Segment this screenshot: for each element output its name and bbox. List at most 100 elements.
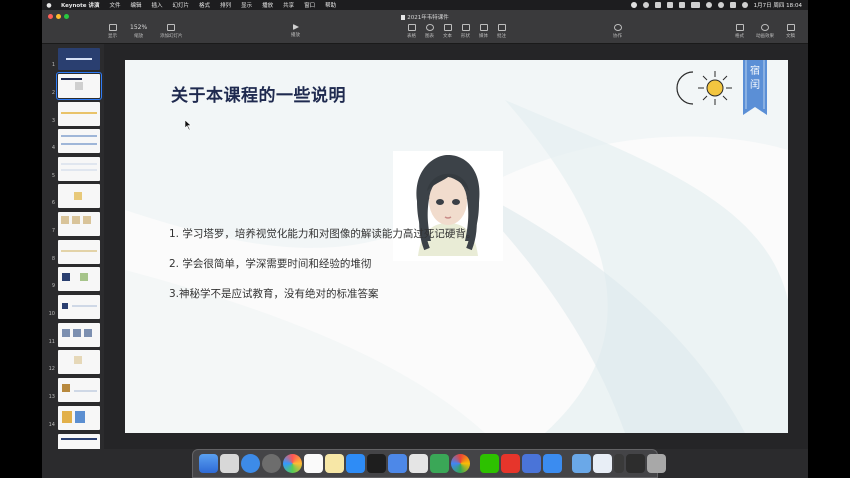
- slide-thumbnail[interactable]: [58, 350, 100, 374]
- add-slide-button[interactable]: 添加幻灯片: [160, 24, 183, 39]
- menu-app-name[interactable]: Keynote 讲演: [56, 1, 104, 9]
- app-icon[interactable]: [614, 454, 624, 473]
- siri-icon[interactable]: [741, 2, 748, 8]
- slide-number: 13: [48, 394, 55, 400]
- control-center-icon[interactable]: [729, 2, 736, 8]
- bluetooth-icon[interactable]: [678, 2, 685, 8]
- folder-icon[interactable]: [572, 454, 591, 473]
- slide-number: 14: [48, 422, 55, 428]
- shape-button[interactable]: 形状: [461, 24, 470, 39]
- collaborate-label: 协作: [613, 34, 622, 39]
- slide-thumbnail[interactable]: [58, 240, 100, 264]
- menu-play[interactable]: 播放: [257, 1, 278, 9]
- play-button[interactable]: 播放: [291, 24, 300, 38]
- safari-icon[interactable]: [241, 454, 260, 473]
- menu-format[interactable]: 格式: [194, 1, 215, 9]
- thumbnail-image: [72, 216, 80, 224]
- menu-share[interactable]: 共享: [278, 1, 299, 9]
- slide-thumbnail[interactable]: [58, 184, 100, 208]
- wechat-icon[interactable]: [480, 454, 499, 473]
- slide-thumbnail[interactable]: [58, 48, 100, 70]
- zoom-button[interactable]: 152% 缩放: [130, 24, 147, 39]
- slide-number: 3: [51, 118, 55, 124]
- format-button[interactable]: 格式: [735, 24, 744, 39]
- view-button[interactable]: 显示: [108, 24, 117, 39]
- slide-thumbnail[interactable]: [58, 406, 100, 430]
- media-button[interactable]: 媒体: [479, 24, 488, 39]
- finder-icon[interactable]: [199, 454, 218, 473]
- app-icon[interactable]: [543, 454, 562, 473]
- keynote-icon[interactable]: [388, 454, 407, 473]
- wifi-icon[interactable]: [705, 2, 712, 8]
- wps-icon[interactable]: [501, 454, 520, 473]
- wechat-status-icon[interactable]: [642, 2, 649, 8]
- menu-file[interactable]: 文件: [104, 1, 125, 9]
- animate-icon: [761, 24, 769, 31]
- slide-thumbnail[interactable]: [58, 267, 100, 291]
- slide-thumbnail[interactable]: [58, 129, 100, 153]
- bullet-point-1[interactable]: 1. 学习塔罗，培养视觉化能力和对图像的解读能力高过死记硬背。: [169, 226, 476, 241]
- bullet-point-2[interactable]: 2. 学会很简单，学深需要时间和经验的堆彻: [169, 256, 371, 271]
- play-label: 播放: [291, 33, 300, 38]
- photos-icon[interactable]: [283, 454, 302, 473]
- app-icon[interactable]: [409, 454, 428, 473]
- slide-thumbnail[interactable]: [58, 295, 100, 319]
- status-icon[interactable]: [654, 2, 661, 8]
- search-icon[interactable]: [717, 2, 724, 8]
- text-label: 文本: [443, 34, 452, 39]
- thumbnail-text: [61, 163, 97, 165]
- thumbnail-image: [75, 411, 85, 423]
- slide-thumbnail[interactable]: [58, 323, 100, 347]
- thumbnail-text: [61, 135, 97, 137]
- chart-button[interactable]: 图表: [425, 24, 434, 39]
- slide-thumbnail[interactable]: [58, 102, 100, 126]
- menu-view[interactable]: 显示: [236, 1, 257, 9]
- collaborate-button[interactable]: 协作: [613, 24, 622, 39]
- menu-help[interactable]: 帮助: [320, 1, 341, 9]
- app-icon[interactable]: [430, 454, 449, 473]
- play-icon: [292, 24, 299, 30]
- bullet-point-3[interactable]: 3.神秘学不是应试教育，没有绝对的标准答案: [169, 286, 379, 301]
- menu-slide[interactable]: 幻灯片: [168, 1, 195, 9]
- calendar-icon[interactable]: [304, 454, 323, 473]
- slide-title[interactable]: 关于本课程的一些说明: [171, 81, 346, 106]
- thumbnail-image: [80, 273, 88, 281]
- app-icon[interactable]: [367, 454, 386, 473]
- document-button[interactable]: 文稿: [786, 24, 795, 39]
- slide-thumbnail[interactable]: [58, 434, 100, 449]
- battery-icon[interactable]: [690, 2, 700, 8]
- document-icon[interactable]: [593, 454, 612, 473]
- text-button[interactable]: 文本: [443, 24, 452, 39]
- screen-recording-icon[interactable]: [626, 454, 645, 473]
- clock[interactable]: 1月7日 周四 18:04: [754, 1, 802, 9]
- animate-label: 动画效果: [756, 34, 774, 39]
- app-store-icon[interactable]: [346, 454, 365, 473]
- menu-edit[interactable]: 编辑: [125, 1, 146, 9]
- slide[interactable]: 关于本课程的一些说明 宿闰 1. 学习塔罗，培养视觉化能力和对图像的解读能力高过…: [125, 60, 788, 433]
- thumbnail-text: [61, 438, 97, 440]
- apple-menu-icon[interactable]: ●: [42, 2, 56, 9]
- dock: [192, 449, 666, 478]
- trash-icon[interactable]: [647, 454, 666, 473]
- thumbnail-text: [61, 250, 97, 252]
- animate-button[interactable]: 动画效果: [756, 24, 774, 39]
- table-button[interactable]: 表格: [407, 24, 416, 39]
- status-icon[interactable]: [666, 2, 673, 8]
- slide-thumbnail[interactable]: [58, 212, 100, 236]
- menu-arrange[interactable]: 排列: [215, 1, 236, 9]
- slide-thumbnail-selected[interactable]: [56, 72, 102, 100]
- menu-window[interactable]: 窗口: [299, 1, 320, 9]
- app-icon[interactable]: [262, 454, 281, 473]
- slide-thumbnail[interactable]: [58, 378, 100, 402]
- document-panel-icon: [786, 24, 795, 31]
- slide-number: 5: [51, 173, 55, 179]
- chrome-icon[interactable]: [451, 454, 470, 473]
- slide-thumbnail[interactable]: [58, 157, 100, 181]
- portrait-image[interactable]: [393, 151, 503, 261]
- notes-icon[interactable]: [325, 454, 344, 473]
- status-app-icon[interactable]: [630, 2, 637, 8]
- app-icon[interactable]: [522, 454, 541, 473]
- launchpad-icon[interactable]: [220, 454, 239, 473]
- comment-button[interactable]: 批注: [497, 24, 506, 39]
- menu-insert[interactable]: 插入: [146, 1, 167, 9]
